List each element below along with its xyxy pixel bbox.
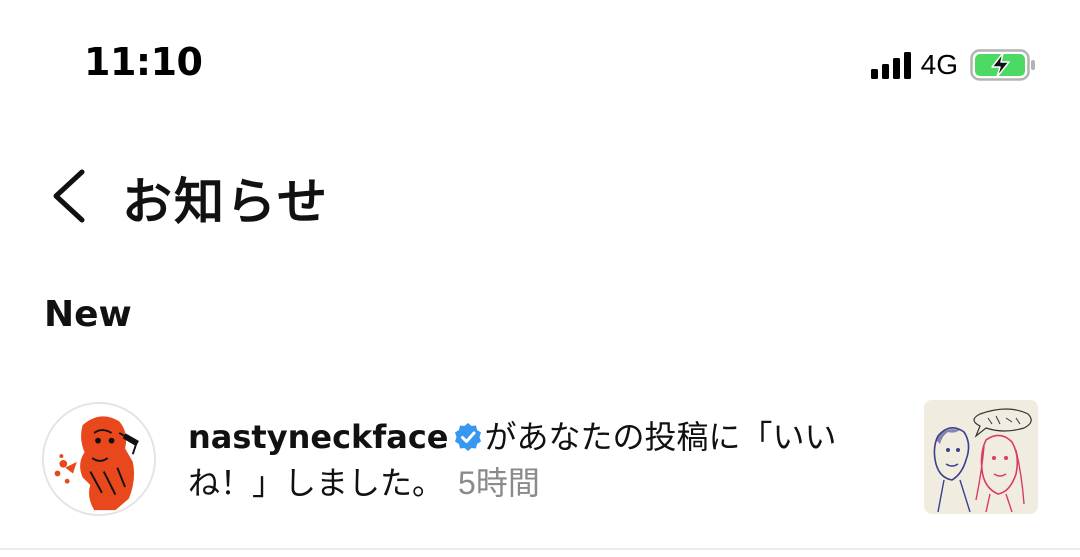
- battery-charging-icon: [970, 49, 1035, 81]
- divider: [0, 548, 1080, 550]
- page-title: お知らせ: [122, 173, 329, 231]
- verified-badge-icon: [453, 422, 483, 452]
- status-time: 11:10: [84, 40, 203, 84]
- notification-text: nastyneckface があなたの投稿に「いいね！」しました。 5時間: [188, 414, 888, 506]
- back-button[interactable]: [44, 164, 100, 228]
- status-icons: 4G: [870, 48, 1036, 82]
- signal-icon: [870, 51, 911, 79]
- notification-username[interactable]: nastyneckface: [188, 418, 449, 456]
- chevron-left-icon: [53, 169, 85, 223]
- notification-item[interactable]: nastyneckface があなたの投稿に「いいね！」しました。 5時間: [0, 392, 1080, 532]
- post-thumbnail-sketch: [924, 400, 1038, 514]
- avatar[interactable]: [42, 402, 156, 516]
- avatar-illustration: [44, 404, 154, 514]
- status-bar: 11:10 4G: [0, 0, 1080, 130]
- post-thumbnail[interactable]: [924, 400, 1038, 514]
- network-label: 4G: [920, 49, 958, 80]
- notification-time: 5時間: [458, 465, 540, 501]
- header: お知らせ: [0, 140, 1080, 250]
- section-title-new: New: [44, 294, 132, 335]
